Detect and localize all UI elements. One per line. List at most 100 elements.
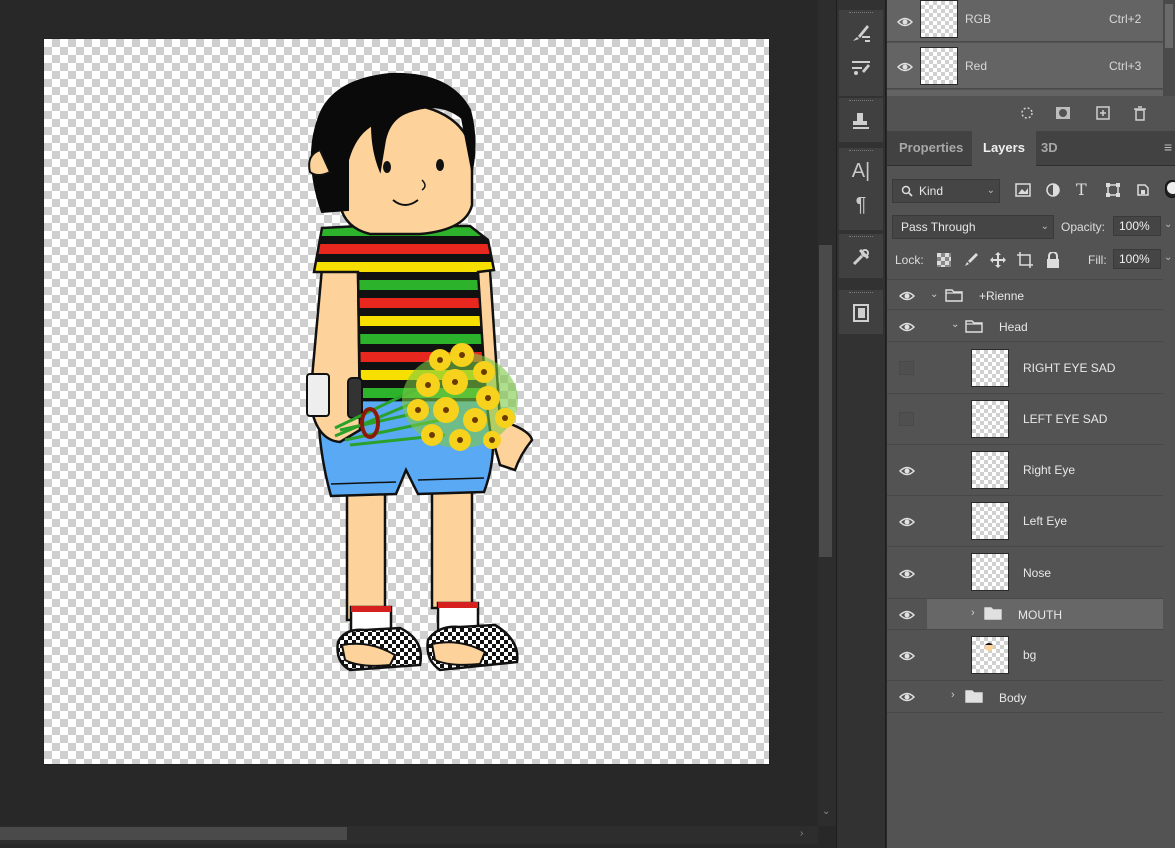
visibility-eye-icon[interactable] — [899, 516, 915, 528]
layer-row-mouth[interactable]: › MOUTH — [927, 599, 1163, 630]
opacity-input[interactable]: 100% — [1113, 216, 1161, 236]
visibility-eye-icon[interactable] — [899, 650, 915, 662]
channel-shortcut: Ctrl+2 — [1109, 12, 1142, 26]
visibility-eye-icon[interactable] — [899, 465, 915, 477]
vertical-scroll-thumb[interactable] — [819, 245, 832, 557]
scroll-right-arrow-icon[interactable]: › — [800, 828, 803, 839]
new-channel-icon[interactable] — [1096, 106, 1110, 120]
character-illustration — [306, 72, 534, 672]
save-selection-mask-icon[interactable] — [1055, 106, 1071, 120]
lock-image-pixels-icon[interactable] — [963, 252, 979, 268]
delete-channel-icon[interactable] — [1133, 106, 1147, 121]
channels-scrollbar[interactable] — [1163, 0, 1175, 96]
folder-icon — [965, 320, 983, 333]
layer-row-left-eye-sad[interactable]: LEFT EYE SAD — [887, 394, 1163, 445]
libraries-icon[interactable] — [839, 296, 883, 330]
visibility-eye-icon[interactable] — [899, 568, 915, 580]
layer-name: LEFT EYE SAD — [1023, 412, 1108, 426]
brush-settings-icon[interactable] — [839, 16, 883, 50]
tool-group-type: A| ¶ — [839, 148, 883, 230]
layer-row-bg[interactable]: bg — [887, 630, 1163, 681]
chevron-down-icon: ⌄ — [986, 185, 995, 196]
tab-properties[interactable]: Properties — [888, 131, 974, 166]
lock-artboard-icon[interactable] — [1017, 252, 1033, 268]
filter-type-icon[interactable]: T — [1076, 180, 1087, 199]
layer-name: MOUTH — [1018, 608, 1062, 622]
filter-smart-object-icon[interactable] — [1136, 183, 1150, 197]
clone-source-icon[interactable] — [839, 104, 883, 138]
chevron-right-icon[interactable]: › — [951, 689, 955, 701]
visibility-toggle-off[interactable] — [899, 361, 914, 375]
opacity-chevron-icon[interactable]: ⌄ — [1164, 219, 1172, 230]
scroll-down-arrow-icon[interactable]: ⌄ — [822, 806, 830, 817]
layer-name: Nose — [1023, 566, 1052, 580]
filter-adjustment-icon[interactable] — [1046, 183, 1060, 197]
channel-row-red[interactable]: Red Ctrl+3 — [887, 43, 1163, 89]
visibility-eye-icon[interactable] — [897, 16, 913, 28]
fill-input[interactable]: 100% — [1113, 249, 1161, 269]
filter-kind-dropdown[interactable]: Kind ⌄ — [892, 179, 1000, 203]
character-panel-icon[interactable]: A| — [839, 154, 883, 188]
fill-value: 100% — [1119, 252, 1150, 266]
folder-icon — [945, 289, 963, 302]
filter-shape-icon[interactable] — [1106, 183, 1120, 197]
chevron-down-icon: ⌄ — [1040, 221, 1049, 232]
chevron-right-icon[interactable]: › — [971, 607, 975, 619]
document-canvas[interactable] — [44, 39, 769, 764]
search-icon — [901, 185, 913, 197]
lock-all-icon[interactable] — [1046, 252, 1060, 268]
tool-group-clone — [839, 98, 883, 142]
channel-row-rgb[interactable]: RGB Ctrl+2 — [887, 0, 1163, 42]
tool-group-libraries — [839, 290, 883, 334]
tab-3d[interactable]: 3D — [1030, 131, 1069, 166]
layer-row-body[interactable]: › Body — [887, 681, 1163, 713]
folder-icon — [984, 607, 1002, 620]
filter-pixel-icon[interactable] — [1015, 183, 1031, 197]
fill-label: Fill: — [1088, 253, 1107, 267]
layer-name: Right Eye — [1023, 463, 1076, 477]
paragraph-panel-icon[interactable]: ¶ — [839, 188, 883, 222]
fill-chevron-icon[interactable]: ⌄ — [1164, 252, 1172, 263]
visibility-eye-icon[interactable] — [899, 691, 915, 703]
opacity-value: 100% — [1119, 219, 1150, 233]
opacity-label: Opacity: — [1061, 220, 1106, 234]
vertical-scrollbar[interactable]: ⌄ — [818, 0, 836, 826]
visibility-eye-icon[interactable] — [899, 609, 915, 621]
layer-row-rienne[interactable]: ⌄ +Rienne — [887, 279, 1163, 310]
visibility-eye-icon[interactable] — [899, 321, 915, 333]
layer-thumbnail — [971, 636, 1009, 674]
layer-name: Left Eye — [1023, 514, 1068, 528]
channel-thumbnail — [920, 0, 958, 38]
layer-thumbnail — [971, 502, 1009, 540]
panel-tabs: Properties Layers 3D ≡ — [887, 131, 1175, 166]
visibility-eye-icon[interactable] — [899, 290, 915, 302]
chevron-down-icon[interactable]: ⌄ — [951, 319, 959, 330]
horizontal-scroll-thumb[interactable] — [0, 827, 347, 840]
brush-presets-icon[interactable] — [839, 50, 883, 84]
channel-name: Red — [965, 59, 988, 73]
layer-row-right-eye-sad[interactable]: RIGHT EYE SAD — [887, 342, 1163, 394]
horizontal-scrollbar[interactable]: › — [0, 826, 818, 844]
layer-row-right-eye[interactable]: Right Eye — [887, 445, 1163, 496]
panel-menu-icon[interactable]: ≡ — [1164, 139, 1172, 155]
lock-label: Lock: — [895, 253, 924, 267]
visibility-eye-icon[interactable] — [897, 61, 913, 73]
blend-mode-dropdown[interactable]: Pass Through ⌄ — [892, 215, 1054, 239]
filter-toggle-switch[interactable] — [1165, 180, 1175, 198]
lock-transparent-pixels-icon[interactable] — [937, 253, 951, 267]
channel-thumbnail — [920, 47, 958, 85]
layer-row-left-eye[interactable]: Left Eye — [887, 496, 1163, 547]
visibility-toggle-off[interactable] — [899, 412, 914, 426]
lock-position-icon[interactable] — [990, 252, 1006, 268]
layer-row-head[interactable]: ⌄ Head — [887, 310, 1163, 342]
tool-presets-icon[interactable] — [839, 240, 883, 274]
load-selection-icon[interactable] — [1020, 106, 1034, 120]
layer-name: +Rienne — [979, 289, 1025, 303]
chevron-down-icon[interactable]: ⌄ — [930, 289, 938, 300]
tab-layers[interactable]: Layers — [972, 131, 1036, 166]
channel-row-partial — [887, 90, 1163, 96]
layer-row-nose[interactable]: Nose — [887, 547, 1163, 599]
canvas-workspace[interactable] — [0, 0, 818, 826]
filter-kind-label: Kind — [919, 184, 944, 198]
bg-thumb-art — [985, 643, 993, 651]
